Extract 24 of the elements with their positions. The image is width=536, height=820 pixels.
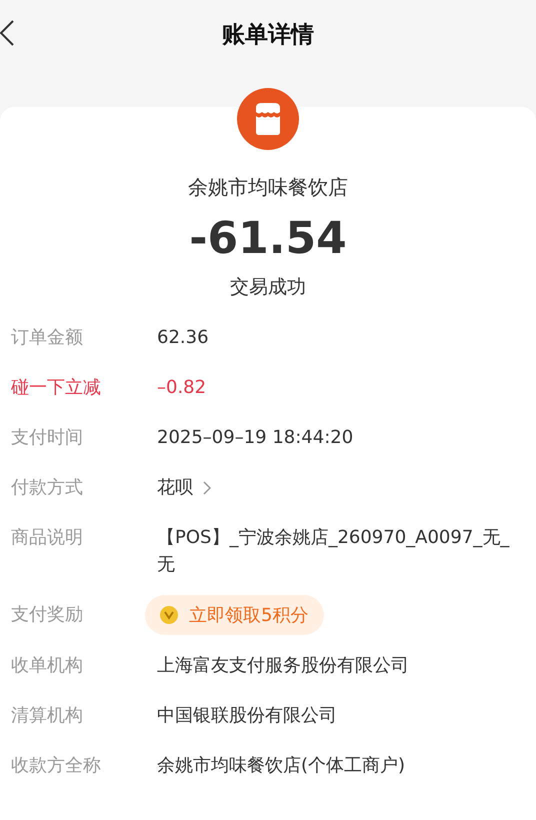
row-label: 付款方式 — [11, 476, 84, 500]
merchant-name: 余姚市均味餐饮店 — [188, 174, 348, 201]
page-title: 账单详情 — [222, 20, 314, 50]
status-text: 交易成功 — [230, 275, 306, 300]
payment-method-link[interactable]: 花呗 — [157, 474, 193, 501]
row-value: 余姚市均味餐饮店(个体工商户) — [157, 754, 406, 778]
row-label: 清算机构 — [11, 704, 84, 728]
row-label: 碰一下立减 — [11, 376, 102, 400]
back-icon[interactable] — [0, 20, 14, 46]
row-value: 【POS】_宁波余姚店_260970_A0097_无_无 — [157, 526, 510, 577]
row-value: 2025–09–19 18:44:20 — [157, 426, 354, 450]
row-value: 上海富友支付服务股份有限公司 — [157, 654, 409, 678]
coin-icon — [159, 605, 179, 625]
row-label: 支付时间 — [11, 426, 84, 450]
discount-value: –0.82 — [157, 376, 206, 400]
amount: -61.54 — [189, 213, 347, 264]
row-label: 订单金额 — [11, 326, 84, 350]
row-value: 62.36 — [157, 326, 209, 350]
row-label: 收单机构 — [11, 654, 84, 678]
row-label: 收款方全称 — [11, 754, 102, 778]
chevron-right-icon[interactable] — [203, 480, 211, 494]
row-value: 中国银联股份有限公司 — [157, 704, 337, 728]
row-label: 商品说明 — [11, 526, 84, 550]
row-label: 支付奖励 — [11, 603, 84, 627]
